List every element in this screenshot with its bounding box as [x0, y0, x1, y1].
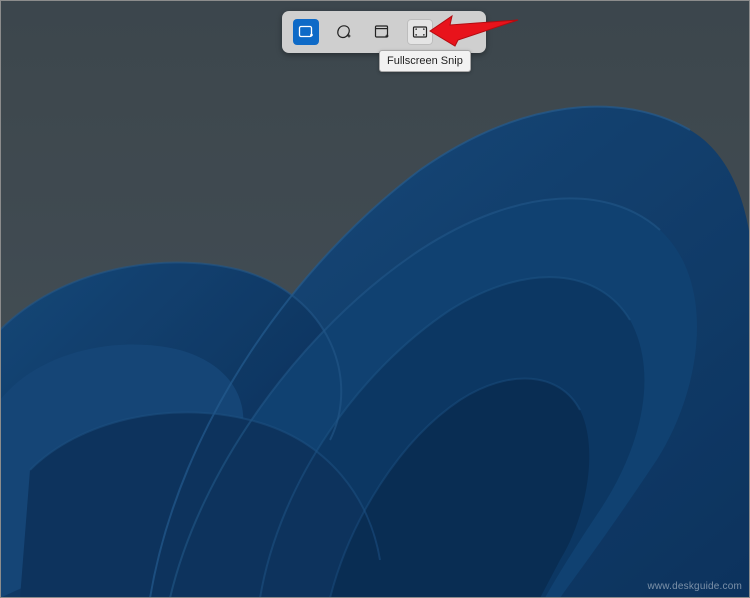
watermark: www.deskguide.com: [647, 581, 742, 592]
fullscreen-snip-button[interactable]: [407, 19, 433, 45]
fullscreen-snip-tooltip: Fullscreen Snip: [379, 50, 471, 72]
snip-toolbar: [282, 11, 486, 53]
desktop: Fullscreen Snip www.deskguide.com: [0, 0, 750, 598]
window-snip-button[interactable]: [369, 19, 395, 45]
freeform-snip-button[interactable]: [331, 19, 357, 45]
windows-bloom-wallpaper: [0, 0, 750, 598]
close-snip-button[interactable]: [448, 19, 476, 45]
rectangle-snip-button[interactable]: [293, 19, 319, 45]
fullscreen-snip-icon: [412, 26, 428, 38]
window-snip-icon: [374, 25, 389, 38]
rectangle-snip-icon: [298, 25, 313, 38]
freeform-snip-icon: [337, 25, 351, 39]
